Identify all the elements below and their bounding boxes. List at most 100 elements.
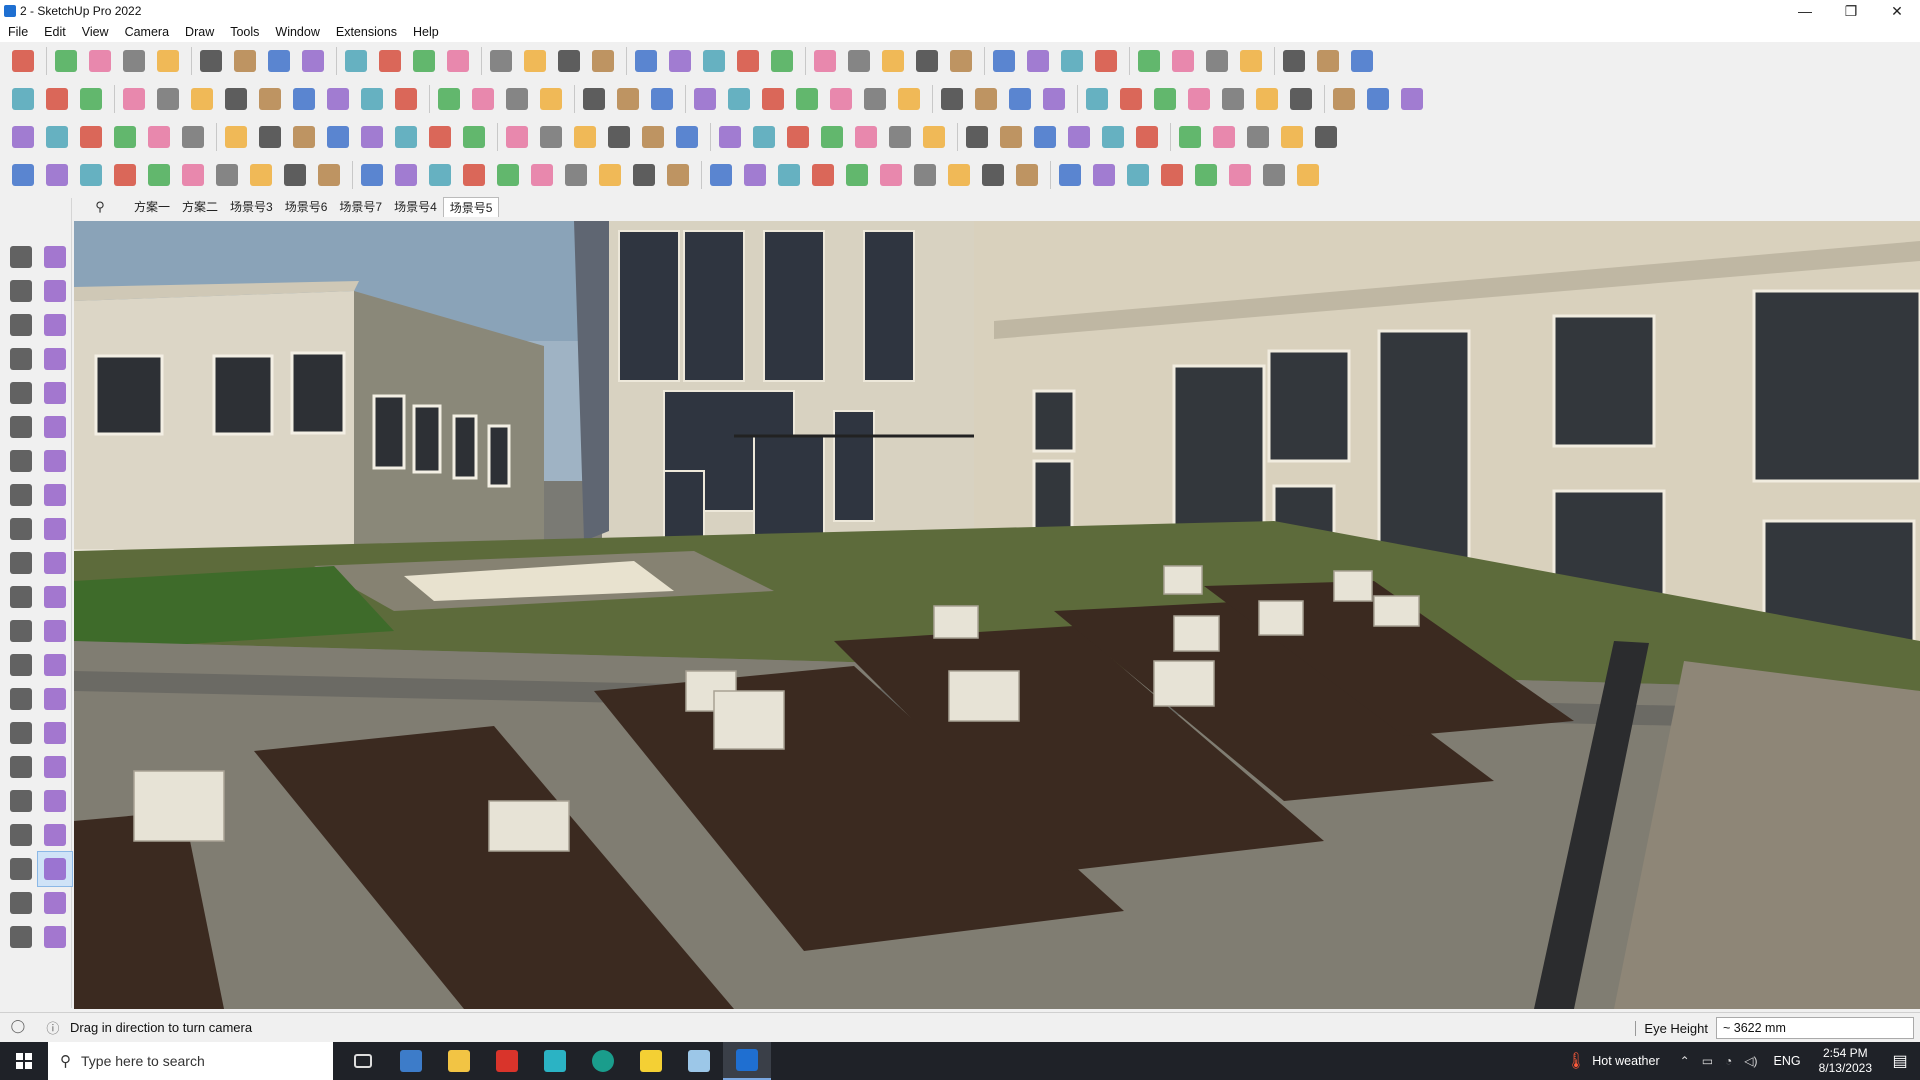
toolbar-tool-icon[interactable] [178,160,208,190]
toolbar-tool-icon[interactable] [323,84,353,114]
toolbar-tool-icon[interactable] [51,46,81,76]
toolbar-tool-icon[interactable] [178,122,208,152]
toolbar-tool-icon[interactable] [715,122,745,152]
left-tool-icon[interactable] [4,512,38,546]
menu-window[interactable]: Window [267,25,327,39]
tray-chevron-icon[interactable]: ⌃ [1680,1054,1690,1068]
info-icon[interactable]: ⓘ [46,1018,59,1037]
left-tool-icon[interactable] [4,750,38,784]
toolbar-tool-icon[interactable] [826,84,856,114]
toolbar-tool-icon[interactable] [144,122,174,152]
left-tool-icon[interactable] [38,784,72,818]
toolbar-tool-icon[interactable] [699,46,729,76]
toolbar-tool-icon[interactable] [1082,84,1112,114]
geo-location-icon[interactable]: ◯ [11,1018,26,1037]
close-button[interactable]: ✕ [1874,0,1920,22]
toolbar-tool-icon[interactable] [860,84,890,114]
left-tool-icon[interactable] [37,851,73,887]
toolbar-tool-icon[interactable] [153,84,183,114]
toolbar-tool-icon[interactable] [486,46,516,76]
task-view-icon[interactable] [339,1042,387,1080]
toolbar-tool-icon[interactable] [1098,122,1128,152]
left-tool-icon[interactable] [4,784,38,818]
toolbar-tool-icon[interactable] [1055,160,1085,190]
left-tool-icon[interactable] [4,478,38,512]
toolbar-tool-icon[interactable] [42,160,72,190]
toolbar-tool-icon[interactable] [42,84,72,114]
scene-tab-3[interactable]: 场景号3 [224,197,279,217]
toolbar-tool-icon[interactable] [851,122,881,152]
toolbar-tool-icon[interactable] [733,46,763,76]
menu-help[interactable]: Help [405,25,447,39]
toolbar-tool-icon[interactable] [255,84,285,114]
left-tool-icon[interactable] [4,580,38,614]
menu-draw[interactable]: Draw [177,25,222,39]
toolbar-tool-icon[interactable] [1277,122,1307,152]
toolbar-tool-icon[interactable] [1397,84,1427,114]
toolbar-tool-icon[interactable] [391,160,421,190]
toolbar-tool-icon[interactable] [1023,46,1053,76]
left-tool-icon[interactable] [38,750,72,784]
left-tool-icon[interactable] [38,614,72,648]
toolbar-tool-icon[interactable] [425,160,455,190]
left-tool-icon[interactable] [4,852,38,886]
toolbar-tool-icon[interactable] [459,160,489,190]
toolbar-tool-icon[interactable] [1252,84,1282,114]
toolbar-tool-icon[interactable] [1286,84,1316,114]
toolbar-tool-icon[interactable] [1191,160,1221,190]
toolbar-tool-icon[interactable] [912,46,942,76]
toolbar-tool-icon[interactable] [767,46,797,76]
toolbar-tool-icon[interactable] [459,122,489,152]
toolbar-tool-icon[interactable] [1123,160,1153,190]
left-tool-icon[interactable] [38,648,72,682]
toolbar-tool-icon[interactable] [8,84,38,114]
toolbar-tool-icon[interactable] [110,160,140,190]
wifi-icon[interactable]: ◔ [1725,1054,1732,1068]
modeling-viewport[interactable] [74,221,1920,1009]
toolbar-tool-icon[interactable] [962,122,992,152]
toolbar-tool-icon[interactable] [1279,46,1309,76]
left-tool-icon[interactable] [38,716,72,750]
toolbar-tool-icon[interactable] [1259,160,1289,190]
toolbar-tool-icon[interactable] [1132,122,1162,152]
toolbar-tool-icon[interactable] [153,46,183,76]
toolbar-tool-icon[interactable] [425,122,455,152]
calculator-app-icon[interactable] [387,1042,435,1080]
toolbar-tool-icon[interactable] [1064,122,1094,152]
toolbar-tool-icon[interactable] [527,160,557,190]
minimize-button[interactable]: — [1782,0,1828,22]
toolbar-tool-icon[interactable] [647,84,677,114]
toolbar-tool-icon[interactable] [946,46,976,76]
left-tool-icon[interactable] [38,240,72,274]
toolbar-tool-icon[interactable] [1184,84,1214,114]
toolbar-tool-icon[interactable] [1209,122,1239,152]
toolbar-tool-icon[interactable] [323,122,353,152]
toolbar-tool-icon[interactable] [1091,46,1121,76]
maximize-button[interactable]: ❐ [1828,0,1874,22]
toolbar-tool-icon[interactable] [76,84,106,114]
toolbar-tool-icon[interactable] [536,84,566,114]
toolbar-tool-icon[interactable] [119,46,149,76]
toolbar-tool-icon[interactable] [8,46,38,76]
toolbar-tool-icon[interactable] [1012,160,1042,190]
sketchup-taskbar-icon[interactable] [723,1042,771,1080]
toolbar-tool-icon[interactable] [391,122,421,152]
toolbar-tool-icon[interactable] [1134,46,1164,76]
toolbar-tool-icon[interactable] [357,84,387,114]
scene-tab-1[interactable]: 方案一 [128,197,176,217]
clock[interactable]: 2:54 PM 8/13/2023 [1819,1046,1872,1076]
left-tool-icon[interactable] [4,682,38,716]
toolbar-tool-icon[interactable] [1039,84,1069,114]
toolbar-tool-icon[interactable] [844,46,874,76]
toolbar-tool-icon[interactable] [110,122,140,152]
toolbar-tool-icon[interactable] [588,46,618,76]
left-tool-icon[interactable] [38,546,72,580]
menu-camera[interactable]: Camera [117,25,177,39]
toolbar-tool-icon[interactable] [255,122,285,152]
taskbar-search[interactable]: ⚲ Type here to search [48,1042,333,1080]
left-tool-icon[interactable] [4,716,38,750]
toolbar-tool-icon[interactable] [42,122,72,152]
left-tool-icon[interactable] [4,614,38,648]
toolbar-tool-icon[interactable] [289,122,319,152]
measurement-input[interactable]: ~ 3622 mm [1716,1017,1914,1039]
